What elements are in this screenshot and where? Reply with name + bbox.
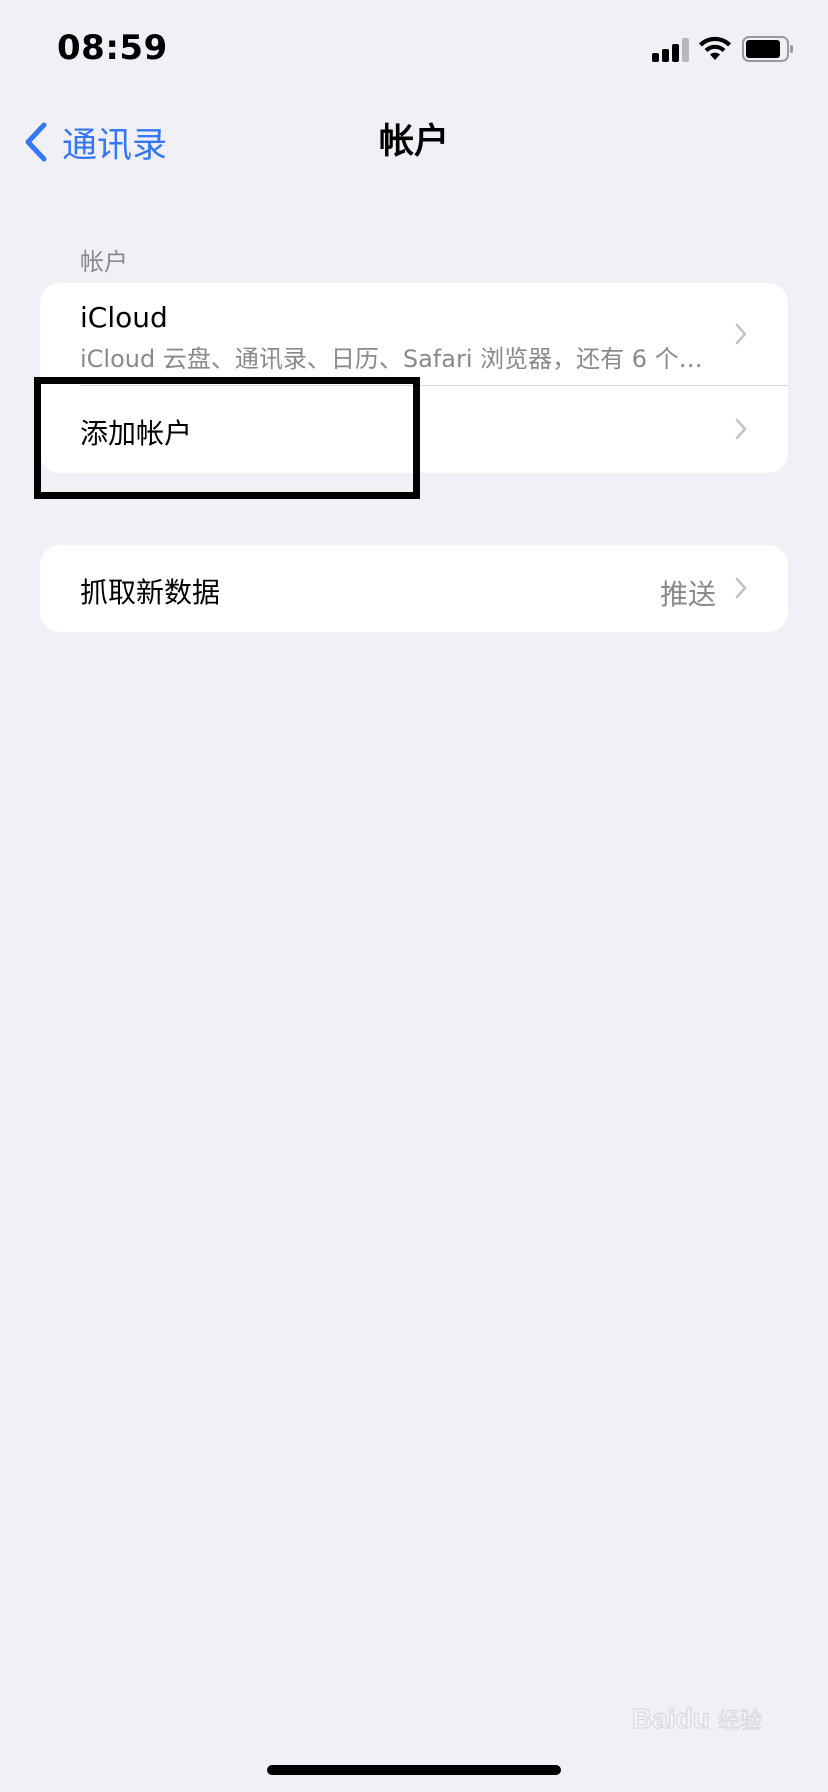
cellular-signal-icon xyxy=(652,38,690,62)
chevron-right-icon xyxy=(735,418,747,440)
icloud-title: iCloud xyxy=(80,301,168,334)
status-time: 08:59 xyxy=(57,28,168,68)
accounts-group: iCloud iCloud 云盘、通讯录、日历、Safari 浏览器，还有 6 … xyxy=(40,283,788,473)
fetch-new-data-value: 推送 xyxy=(659,578,716,611)
wifi-icon xyxy=(699,36,731,60)
list-item-icloud[interactable]: iCloud iCloud 云盘、通讯录、日历、Safari 浏览器，还有 6 … xyxy=(40,283,788,386)
icloud-subtitle: iCloud 云盘、通讯录、日历、Safari 浏览器，还有 6 个… xyxy=(80,345,703,373)
settings-accounts-screen: 08:59 通讯录 帐户 帐户 iCloud iCloud 云盘、通讯录、日历、… xyxy=(0,0,828,1792)
status-bar: 08:59 xyxy=(0,0,828,100)
baidu-jingyan-watermark: Baidu 经验 xyxy=(632,1703,762,1735)
section-header-accounts: 帐户 xyxy=(80,248,128,276)
svg-text:Baidu: Baidu xyxy=(632,1703,710,1734)
fetch-group: 抓取新数据 推送 xyxy=(40,545,788,632)
chevron-right-icon xyxy=(735,323,747,345)
home-indicator[interactable] xyxy=(267,1765,561,1775)
add-account-label: 添加帐户 xyxy=(80,417,193,450)
fetch-new-data-row[interactable]: 抓取新数据 推送 xyxy=(40,545,788,632)
fetch-new-data-label: 抓取新数据 xyxy=(80,576,221,609)
page-title: 帐户 xyxy=(378,122,449,162)
battery-icon xyxy=(742,36,793,62)
add-account-button[interactable]: 添加帐户 xyxy=(40,386,788,473)
svg-text:经验: 经验 xyxy=(718,1709,762,1734)
chevron-right-icon xyxy=(735,577,747,599)
